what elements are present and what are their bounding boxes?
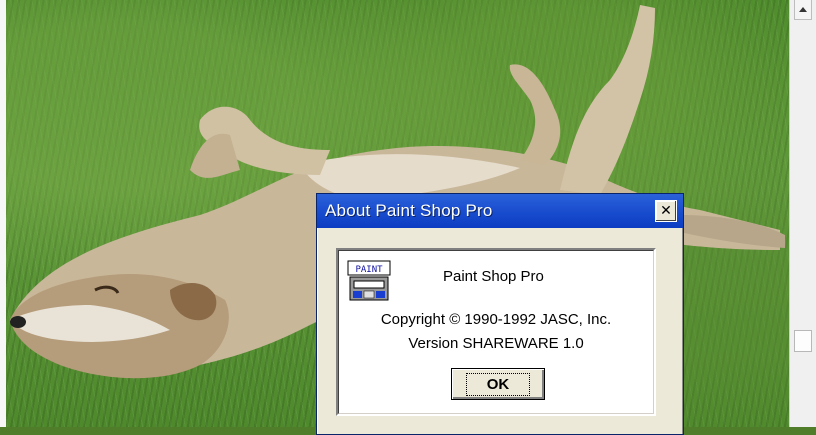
left-window-edge <box>0 0 6 427</box>
ok-label: OK <box>465 372 531 396</box>
close-icon: ✕ <box>660 203 672 219</box>
svg-text:PAINT: PAINT <box>355 265 383 275</box>
ok-button[interactable]: OK <box>451 368 545 400</box>
about-dialog: About Paint Shop Pro ✕ PAINT Paint Shop … <box>316 193 684 435</box>
paint-shop-pro-icon: PAINT <box>347 260 391 301</box>
arrow-up-icon <box>799 7 807 12</box>
close-button[interactable]: ✕ <box>655 200 677 222</box>
scroll-thumb[interactable] <box>794 330 812 352</box>
scroll-up-button[interactable] <box>794 0 812 20</box>
app-name: Paint Shop Pro <box>443 268 544 285</box>
dialog-title: About Paint Shop Pro <box>325 201 493 220</box>
version-text: Version SHAREWARE 1.0 <box>408 335 584 352</box>
about-panel: PAINT Paint Shop Pro Copyright © 1990-19… <box>336 248 656 416</box>
dialog-titlebar[interactable]: About Paint Shop Pro ✕ <box>317 194 683 228</box>
copyright-text: Copyright © 1990-1992 JASC, Inc. <box>380 311 612 328</box>
vertical-scrollbar[interactable] <box>789 0 816 427</box>
